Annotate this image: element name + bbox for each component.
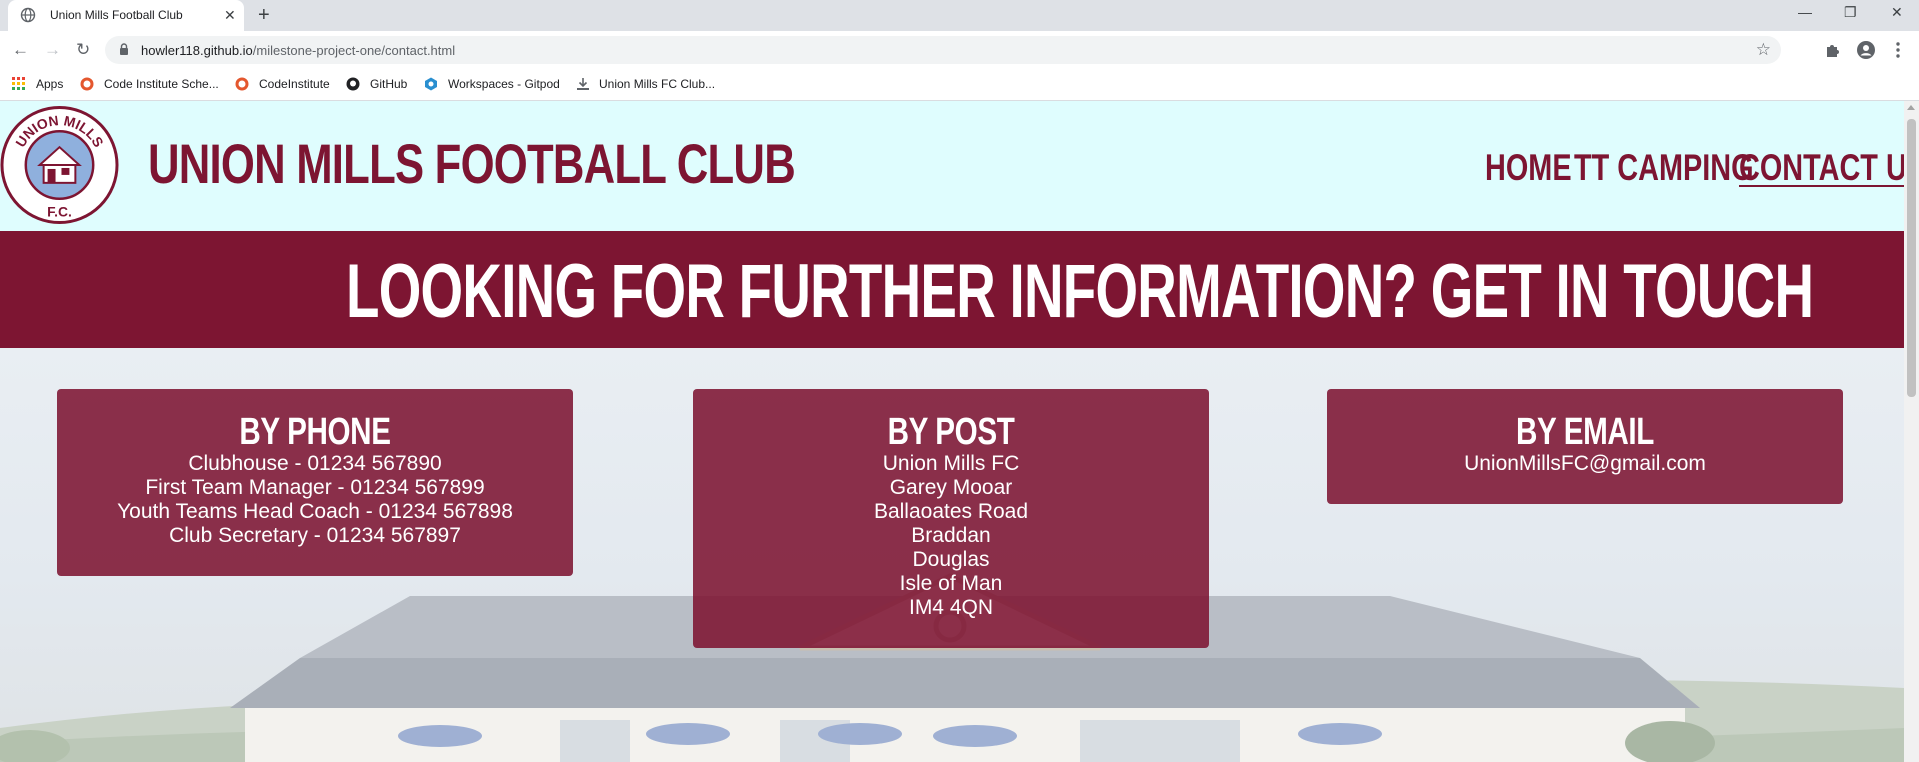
bookmark-union-mills-fc[interactable]: Union Mills FC Club... [599,77,715,91]
close-tab-icon[interactable]: ✕ [224,7,236,23]
email-card-heading: BY EMAIL [1516,411,1654,453]
bookmark-star-icon[interactable]: ☆ [1756,40,1771,60]
url-host: howler118.github.io [141,43,253,58]
window-close-icon[interactable]: ✕ [1891,4,1903,21]
gitpod-icon [425,77,437,91]
lock-icon [120,43,128,55]
email-contact-card: BY EMAIL UnionMillsFC@gmail.com [1327,389,1843,504]
logo-bottom-text: F.C. [47,204,72,220]
url-path: /milestone-project-one/contact.html [252,43,456,58]
post-contact-card: BY POST Union Mills FC Garey Mooar Balla… [693,389,1209,648]
new-tab-icon[interactable]: + [258,4,270,26]
phone-line-youth-coach: Youth Teams Head Coach - 01234 567898 [117,500,513,523]
address-line: Braddan [911,524,991,547]
bookmark-github[interactable]: GitHub [370,77,407,91]
club-logo[interactable]: UNION MILLS F.C. [0,105,119,225]
phone-contact-card: BY PHONE Clubhouse - 01234 567890 First … [57,389,573,576]
url-text: howler118.github.io/milestone-project-on… [141,43,455,58]
address-line: Ballaoates Road [873,500,1029,523]
code-institute-icon [80,77,94,91]
forward-icon[interactable]: → [44,40,61,60]
email-address-link[interactable]: UnionMillsFC@gmail.com [1327,452,1843,476]
bookmark-gitpod[interactable]: Workspaces - Gitpod [448,77,560,91]
phone-line-first-team-manager: First Team Manager - 01234 567899 [145,476,485,499]
post-card-heading: BY POST [887,411,1015,453]
download-icon [577,78,589,90]
restore-icon[interactable]: ❐ [1844,4,1857,21]
bookmark-codeinstitute[interactable]: CodeInstitute [259,77,330,91]
phone-card-heading: BY PHONE [239,411,391,453]
tab-strip: Union Mills Football Club ✕ + — ❐ ✕ [0,0,1919,31]
browser-toolbar: ← → ↻ howler118.github.io/milestone-proj… [0,31,1919,69]
phone-line-clubhouse: Clubhouse - 01234 567890 [188,452,442,475]
nav-tt-camping[interactable]: TT CAMPING [1574,147,1754,189]
address-line: Douglas [912,548,990,571]
address-line: Union Mills FC [882,452,1020,475]
address-bar[interactable]: howler118.github.io/milestone-project-on… [105,36,1781,64]
address-line: Isle of Man [899,572,1003,595]
scrollbar-thumb[interactable] [1907,119,1916,397]
address-line: IM4 4QN [908,596,994,619]
bookmark-code-institute-schedule[interactable]: Code Institute Sche... [104,77,219,91]
github-icon [346,77,360,91]
web-page: UNION MILLS F.C. UNION MILLS FOOTBALL CL… [0,101,1904,762]
phone-line-club-secretary: Club Secretary - 01234 567897 [169,524,461,547]
scroll-up-arrow-icon[interactable] [1907,105,1915,110]
menu-kebab-icon[interactable] [1888,40,1908,60]
extensions-puzzle-icon[interactable] [1823,40,1843,60]
nav-contact-us[interactable]: CONTACT US [1739,147,1904,189]
banner-heading: LOOKING FOR FURTHER INFORMATION? GET IN … [346,249,1814,334]
apps-grid-icon [12,77,25,90]
reload-icon[interactable]: ↻ [76,40,90,60]
profile-avatar-icon[interactable] [1856,40,1876,60]
browser-tab[interactable]: Union Mills Football Club ✕ [8,0,244,31]
nav-home[interactable]: HOME [1485,147,1572,189]
page-scrollbar[interactable] [1904,101,1919,762]
globe-icon [20,7,36,23]
address-line: Garey Mooar [889,476,1013,499]
clubhouse-background-image: BY PHONE Clubhouse - 01234 567890 First … [0,348,1904,762]
tab-title: Union Mills Football Club [50,8,183,22]
back-icon[interactable]: ← [12,40,29,60]
site-title[interactable]: UNION MILLS FOOTBALL CLUB [148,131,796,196]
bookmarks-bar: Apps Code Institute Sche... CodeInstitut… [0,69,1919,101]
code-institute-icon [235,77,249,91]
site-header: UNION MILLS F.C. UNION MILLS FOOTBALL CL… [0,101,1904,231]
bookmark-apps[interactable]: Apps [36,77,63,91]
minimize-icon[interactable]: — [1798,4,1812,20]
contact-banner: LOOKING FOR FURTHER INFORMATION? GET IN … [0,231,1904,348]
